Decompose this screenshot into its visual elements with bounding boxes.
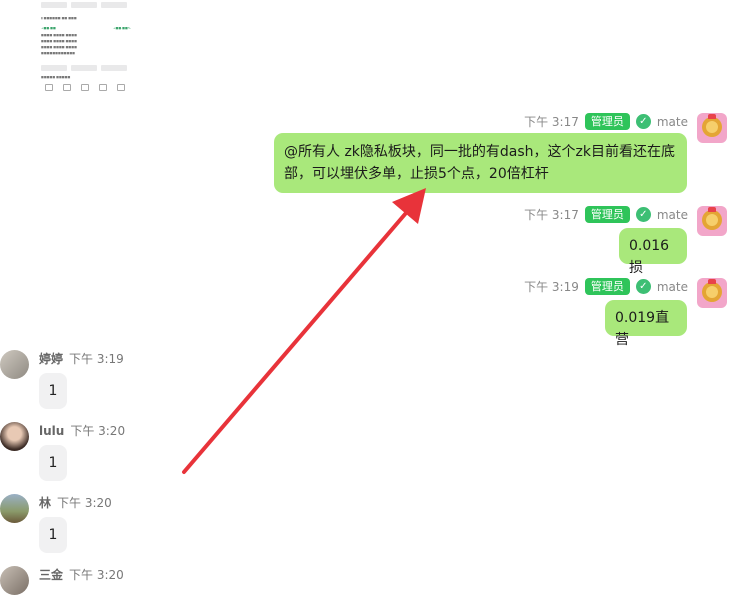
annotation-arrow [182,188,426,474]
